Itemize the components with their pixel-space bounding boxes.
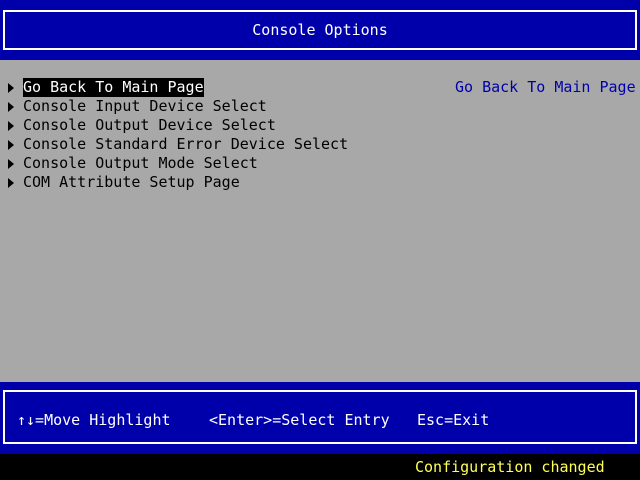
footer-bar: ↑↓=Move Highlight <Enter>=Select Entry E… [0,382,640,454]
menu-item-label: Console Input Device Select [23,97,267,115]
menu-item-label: Console Standard Error Device Select [23,135,349,153]
header-frame: Console Options [3,10,637,50]
submenu-arrow-icon [8,177,14,188]
menu-item-label: Go Back To Main Page [23,78,204,97]
menu-item-label: Console Output Device Select [23,116,276,134]
page-title: Console Options [252,21,388,39]
move-highlight-hint: ↑↓=Move Highlight [17,411,171,429]
footer-frame: ↑↓=Move Highlight <Enter>=Select Entry E… [3,390,637,444]
help-text: Go Back To Main Page [455,78,636,96]
status-bar: Configuration changed [0,454,640,480]
submenu-arrow-icon [8,120,14,131]
menu-item-label: Console Output Mode Select [23,154,258,172]
select-entry-hint: <Enter>=Select Entry [209,411,390,429]
status-message: Configuration changed [415,458,605,476]
menu-item-label: COM Attribute Setup Page [23,173,240,191]
exit-hint: Esc=Exit [417,411,490,429]
submenu-arrow-icon [8,101,14,112]
submenu-arrow-icon [8,139,14,150]
submenu-arrow-icon [8,158,14,169]
header-bar: Console Options [0,0,640,60]
submenu-arrow-icon [8,82,14,93]
